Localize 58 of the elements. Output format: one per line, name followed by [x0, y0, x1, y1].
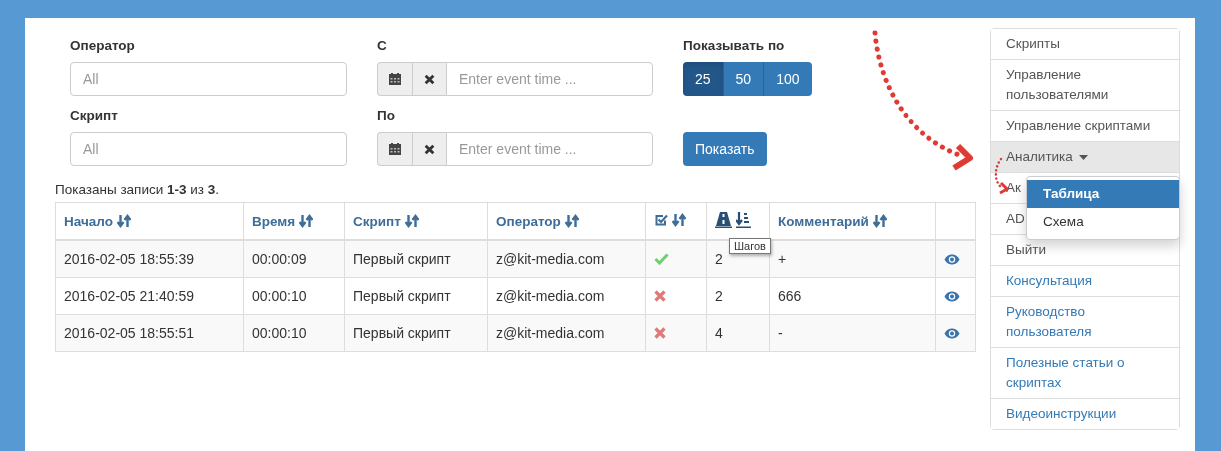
tooltip: Шагов: [729, 238, 771, 254]
sort-icon: [872, 214, 887, 228]
sort-icon: [564, 214, 579, 228]
table-cell: 2: [706, 277, 770, 315]
field-label: Оператор: [70, 38, 136, 55]
table-cell: -: [769, 314, 936, 352]
table-cell: 4: [706, 314, 770, 352]
table-cell: z@kit-media.com: [487, 240, 646, 278]
sort-amount-icon: [736, 211, 751, 228]
datetime-field[interactable]: Enter event time ...: [446, 62, 653, 96]
dropdown-item[interactable]: Схема: [1027, 208, 1179, 236]
table-cell: 2016-02-05 21:40:59: [55, 277, 244, 315]
table-cell: 00:00:10: [243, 314, 345, 352]
caret-icon: [1078, 154, 1088, 160]
table-cell: 2016-02-05 18:55:51: [55, 314, 244, 352]
field-label: Показывать по: [683, 38, 786, 55]
calendar-icon: [388, 143, 401, 155]
table-cell: z@kit-media.com: [487, 314, 646, 352]
clear-button[interactable]: [411, 62, 446, 96]
table-cell: Первый скрипт: [344, 314, 488, 352]
sort-icon: [672, 212, 686, 227]
table-cell: z@kit-media.com: [487, 277, 646, 315]
sidebar-item[interactable]: Аналитика: [991, 142, 1179, 173]
eye-icon[interactable]: [944, 327, 960, 339]
table-cell: Первый скрипт: [344, 277, 488, 315]
records-summary: Показаны записи 1-3 из 3.: [55, 182, 220, 199]
field-label: С: [377, 38, 388, 55]
table-cell: 00:00:10: [243, 277, 345, 315]
sort-icon: [116, 214, 131, 228]
calendar-button[interactable]: [377, 62, 412, 96]
page-size-button[interactable]: 100: [764, 62, 812, 96]
close-icon: [423, 143, 435, 155]
clear-button[interactable]: [411, 132, 446, 166]
road-icon: [715, 211, 732, 228]
table-cell: 00:00:09: [243, 240, 345, 278]
select-field[interactable]: All: [70, 132, 347, 166]
calendar-icon: [388, 73, 401, 85]
table-cell: 2016-02-05 18:55:39: [55, 240, 244, 278]
dropdown-item[interactable]: Таблица: [1027, 180, 1179, 208]
select-field[interactable]: All: [70, 62, 347, 96]
table-cell: Первый скрипт: [344, 240, 488, 278]
sort-icon: [404, 214, 419, 228]
calendar-button[interactable]: [377, 132, 412, 166]
eye-icon[interactable]: [944, 290, 960, 302]
sort-icon: [299, 214, 314, 228]
table-cell: 666: [769, 277, 936, 315]
show-button[interactable]: Показать: [683, 132, 767, 166]
eye-icon[interactable]: [944, 253, 960, 265]
datetime-field[interactable]: Enter event time ...: [446, 132, 653, 166]
field-label: Скрипт: [70, 108, 119, 125]
field-label: По: [377, 108, 396, 125]
check-square-icon: [654, 212, 668, 227]
close-icon: [423, 73, 435, 85]
page-size-button[interactable]: 50: [723, 62, 765, 96]
page-size-button[interactable]: 25: [683, 62, 724, 96]
sidebar-item[interactable]: Скрипты: [991, 29, 1179, 60]
menu-label: Аналитика: [1006, 148, 1073, 166]
table-cell: +: [769, 240, 936, 278]
